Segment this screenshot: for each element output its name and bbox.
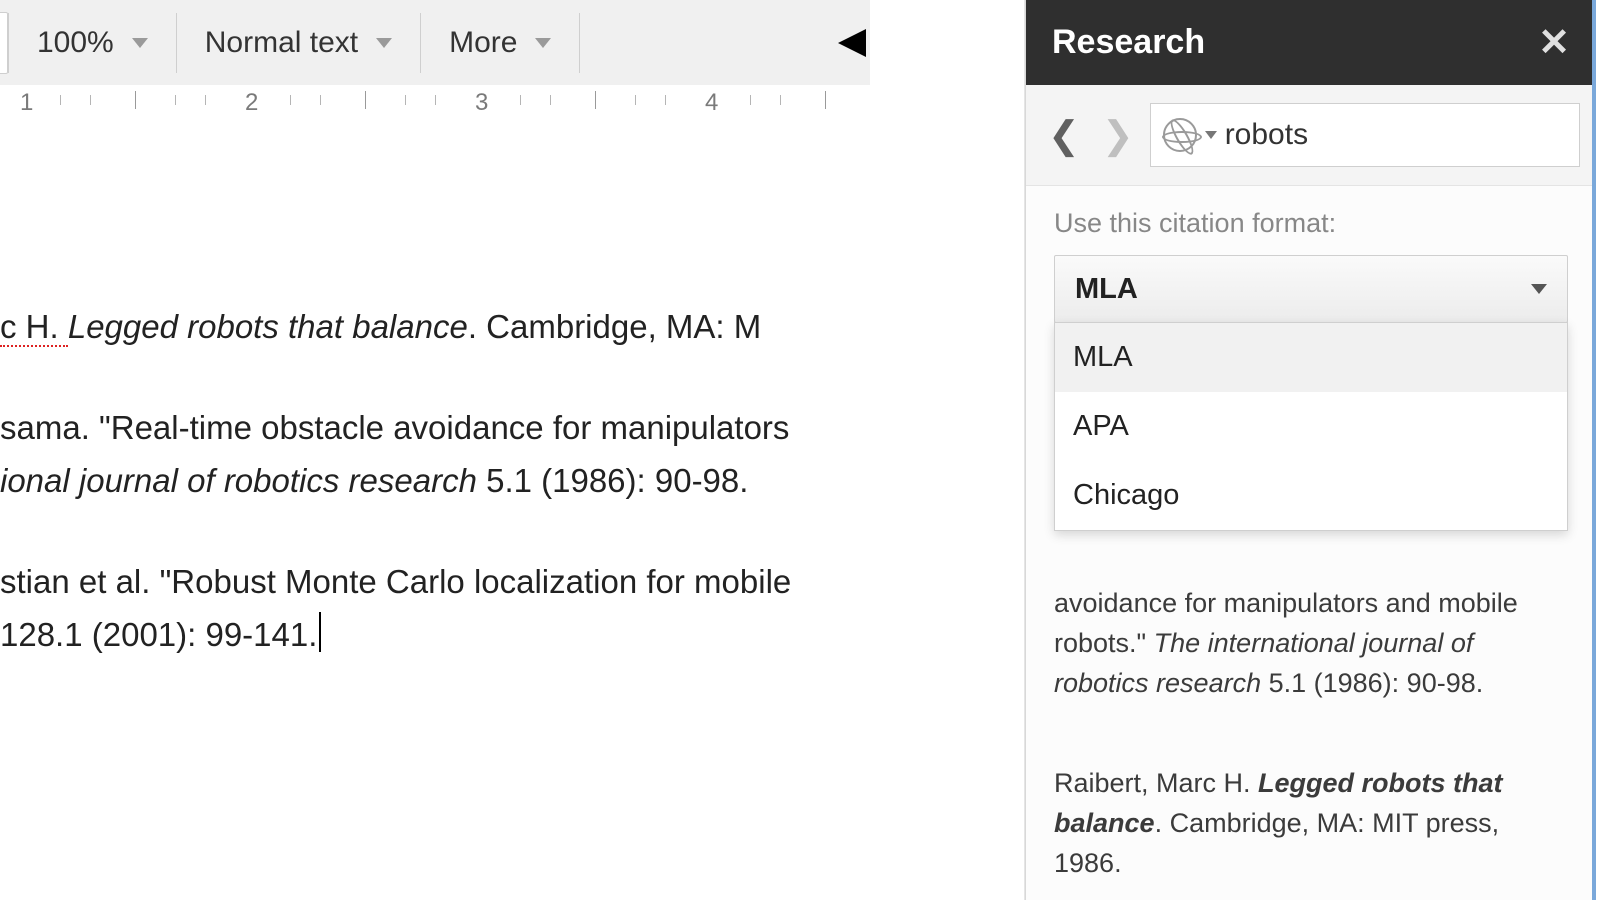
formatting-toolbar: 100% Normal text More [0, 0, 870, 86]
doc-text: . Cambridge, MA: M [468, 308, 761, 345]
text-cursor [319, 612, 321, 652]
research-result[interactable]: avoidance for manipulators and mobile ro… [1054, 583, 1568, 703]
doc-text: ional journal of robotics research [0, 462, 477, 499]
document-canvas[interactable]: c H. Legged robots that balance. Cambrid… [0, 125, 870, 900]
doc-text: 5.1 (1986): 90-98. [477, 462, 749, 499]
doc-text: sama. "Real-time obstacle avoidance for … [0, 409, 789, 446]
chevron-down-icon [376, 38, 392, 48]
ruler-mark: 4 [705, 89, 718, 117]
ruler-mark: 1 [20, 89, 33, 117]
panel-scrollbar[interactable] [1592, 0, 1596, 900]
research-panel: Research ✕ ❮ ❯ robots Use this citation … [1025, 0, 1596, 900]
document-paragraph[interactable]: c H. Legged robots that balance. Cambrid… [0, 300, 870, 353]
result-text: Raibert, Marc H. [1054, 768, 1258, 798]
horizontal-ruler[interactable]: 1 2 3 4 [0, 85, 870, 126]
search-term: robots [1225, 118, 1308, 152]
overflow-icon [838, 29, 866, 57]
zoom-value: 100% [37, 26, 114, 60]
chevron-down-icon [1531, 284, 1547, 294]
research-search-bar: ❮ ❯ robots [1026, 85, 1596, 186]
document-paragraph[interactable]: sama. "Real-time obstacle avoidance for … [0, 401, 870, 507]
doc-text: c H. [0, 308, 68, 347]
paragraph-style-value: Normal text [205, 26, 358, 60]
zoom-dropdown[interactable]: 100% [9, 26, 176, 60]
ruler-mark: 2 [245, 89, 258, 117]
citation-format-label: Use this citation format: [1054, 208, 1568, 239]
research-search-input[interactable]: robots [1150, 103, 1580, 167]
citation-option-mla[interactable]: MLA [1055, 323, 1567, 392]
nav-forward-button[interactable]: ❯ [1096, 109, 1140, 162]
chevron-down-icon[interactable] [1205, 131, 1217, 139]
toolbar-edge-button[interactable] [0, 12, 8, 74]
research-panel-body: Use this citation format: MLA MLA APA Ch… [1026, 186, 1596, 883]
result-text: 5.1 (1986): 90-98. [1261, 668, 1483, 698]
citation-option-chicago[interactable]: Chicago [1055, 461, 1567, 530]
doc-text: Legged robots that balance [68, 308, 468, 345]
paragraph-style-dropdown[interactable]: Normal text [177, 26, 420, 60]
chevron-down-icon [132, 38, 148, 48]
citation-format-menu: MLA APA Chicago [1054, 322, 1568, 531]
citation-format-dropdown[interactable]: MLA MLA APA Chicago [1054, 255, 1568, 323]
document-paragraph[interactable]: stian et al. "Robust Monte Carlo localiz… [0, 555, 870, 661]
ruler-mark: 3 [475, 89, 488, 117]
more-toolbar-dropdown[interactable]: More [421, 26, 579, 60]
scholar-icon [1163, 118, 1197, 152]
chevron-down-icon [535, 38, 551, 48]
research-result[interactable]: Raibert, Marc H. Legged robots that bala… [1054, 763, 1568, 883]
close-icon[interactable]: ✕ [1538, 20, 1570, 65]
doc-text: stian et al. "Robust Monte Carlo localiz… [0, 563, 791, 600]
citation-option-apa[interactable]: APA [1055, 392, 1567, 461]
nav-back-button[interactable]: ❮ [1042, 109, 1086, 162]
citation-format-selected: MLA [1075, 273, 1138, 306]
research-panel-header: Research ✕ [1026, 0, 1596, 85]
panel-title: Research [1052, 23, 1205, 62]
doc-text: 128.1 (2001): 99-141. [0, 616, 317, 653]
more-label: More [449, 26, 517, 60]
